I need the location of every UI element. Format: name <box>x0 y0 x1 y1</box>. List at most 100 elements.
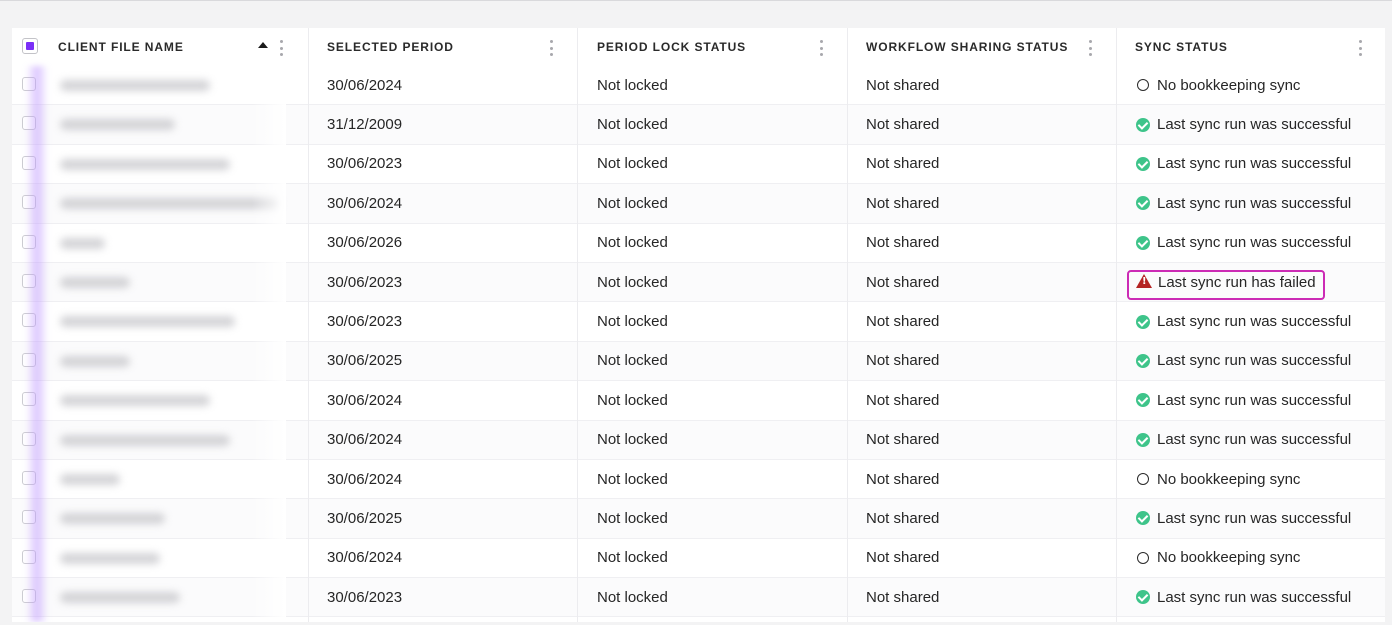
select-all-checkbox[interactable] <box>22 38 38 54</box>
column-menu-icon[interactable] <box>549 40 553 56</box>
redacted-client-name <box>60 434 230 446</box>
workflow-sharing-status-cell: Not shared <box>866 352 940 370</box>
column-header-workflow-sharing-status[interactable]: WORKFLOW SHARING STATUS <box>848 28 1117 66</box>
client-file-name-cell[interactable] <box>12 263 284 301</box>
client-file-name-cell[interactable] <box>12 342 284 380</box>
column-divider <box>308 28 309 622</box>
sync-status-text: Last sync run was successful <box>1157 509 1352 527</box>
column-divider <box>577 28 578 622</box>
client-file-name-cell[interactable] <box>12 66 284 104</box>
table-row[interactable]: 30/06/2023 Not locked Not shared Last sync … <box>12 144 1385 185</box>
table-row[interactable]: 30/06/2025 Not locked Not shared Last sync … <box>12 499 1385 539</box>
selected-period-cell: 30/06/2023 <box>327 588 403 606</box>
redacted-client-name <box>60 276 130 288</box>
client-file-name-cell[interactable] <box>12 381 284 419</box>
check-circle-icon <box>1136 511 1150 526</box>
period-lock-status-cell: Not locked <box>597 509 668 527</box>
period-lock-status-cell: Not locked <box>597 313 668 331</box>
column-header-label: WORKFLOW SHARING STATUS <box>866 40 1069 54</box>
table-row[interactable]: 30/06/2024 Not locked Not shared Last sync … <box>12 381 1385 421</box>
client-files-grid: CLIENT FILE NAME SELECTED PERIOD PERIOD … <box>12 28 1385 622</box>
period-lock-status-cell: Not locked <box>597 549 668 567</box>
selected-period-cell: 31/12/2009 <box>327 116 403 134</box>
table-row[interactable]: 30/06/2024 Not locked Not shared Last sync … <box>12 184 1385 224</box>
sync-status-text: Last sync run was successful <box>1157 313 1352 331</box>
column-menu-icon[interactable] <box>819 40 823 56</box>
column-header-sync-status[interactable]: SYNC STATUS <box>1117 28 1385 66</box>
column-divider <box>847 28 848 622</box>
workflow-sharing-status-cell: Not shared <box>866 194 940 212</box>
sync-status-text: Last sync run was successful <box>1157 431 1352 449</box>
table-row[interactable]: 30/06/2024 Not locked Not shared Last sync … <box>12 420 1385 460</box>
period-lock-status-cell: Not locked <box>597 234 668 252</box>
client-file-name-cell[interactable] <box>12 302 284 340</box>
column-header-selected-period[interactable]: SELECTED PERIOD <box>309 28 579 66</box>
redacted-client-name <box>60 80 210 91</box>
column-menu-icon[interactable] <box>1358 40 1362 56</box>
sync-status-cell: Last sync run was successful <box>1136 302 1351 340</box>
period-lock-status-cell: Not locked <box>597 588 668 606</box>
selected-period-cell: 30/06/2025 <box>327 509 403 527</box>
column-header-label: SYNC STATUS <box>1135 40 1228 54</box>
column-header-period-lock-status[interactable]: PERIOD LOCK STATUS <box>579 28 848 66</box>
column-header-client-file-name[interactable]: CLIENT FILE NAME <box>12 28 309 66</box>
redacted-client-name <box>60 592 180 604</box>
redacted-client-name <box>60 355 130 367</box>
table-row[interactable]: 30/06/2024 Not locked Not shared No bookkee… <box>12 538 1385 579</box>
blurred-row-highlight <box>26 66 48 622</box>
sync-status-cell: Last sync run was successful <box>1136 499 1351 537</box>
column-header-label: SELECTED PERIOD <box>327 40 454 54</box>
table-row[interactable]: 30/06/2025 Not locked Not shared Last sync … <box>12 341 1385 382</box>
client-file-name-cell[interactable] <box>12 578 284 616</box>
sync-status-cell: Last sync run was successful <box>1136 145 1351 183</box>
sync-status-text: Last sync run was successful <box>1157 155 1352 173</box>
selected-period-cell: 30/06/2023 <box>327 313 403 331</box>
client-file-name-cell[interactable] <box>12 145 284 183</box>
table-row[interactable]: 31/12/2009 Not locked Not shared Last sync … <box>12 105 1385 145</box>
period-lock-status-cell: Not locked <box>597 155 668 173</box>
selected-period-cell: 30/06/2024 <box>327 391 403 409</box>
failed-sync-highlight <box>1127 270 1325 300</box>
sync-status-text: Last sync run was successful <box>1157 234 1352 252</box>
period-lock-status-cell: Not locked <box>597 194 668 212</box>
sync-status-cell: Last sync run was successful <box>1136 342 1351 380</box>
column-menu-icon[interactable] <box>1088 40 1092 56</box>
check-circle-icon <box>1136 196 1150 211</box>
sync-status-cell: Last sync run was successful <box>1136 224 1351 262</box>
workflow-sharing-status-cell: Not shared <box>866 470 940 488</box>
client-file-name-cell[interactable] <box>12 539 284 577</box>
selected-period-cell: 30/06/2023 <box>327 155 403 173</box>
sync-status-text: Last sync run was successful <box>1157 194 1352 212</box>
table-row[interactable]: 30/06/2023 Not locked Not shared Last sync … <box>12 302 1385 342</box>
check-circle-icon <box>1136 117 1150 132</box>
sync-status-text: Last sync run was successful <box>1157 116 1352 134</box>
client-file-name-cell[interactable] <box>12 184 284 222</box>
table-row[interactable]: 30/06/2024 Not locked Not shared No bookkee… <box>12 66 1385 106</box>
table-row[interactable]: 30/06/2023 Not locked Not shared Last sync … <box>12 578 1385 618</box>
check-circle-icon <box>1136 432 1150 447</box>
period-lock-status-cell: Not locked <box>597 470 668 488</box>
workflow-sharing-status-cell: Not shared <box>866 509 940 527</box>
column-menu-icon[interactable] <box>279 40 283 56</box>
redacted-client-name <box>60 513 165 525</box>
sync-status-text: Last sync run was successful <box>1157 352 1352 370</box>
sort-ascending-icon[interactable] <box>258 42 268 48</box>
top-divider <box>0 0 1392 1</box>
client-file-name-cell[interactable] <box>12 499 284 537</box>
check-circle-icon <box>1136 590 1150 605</box>
client-file-name-cell[interactable] <box>12 224 284 262</box>
table-row[interactable]: 30/06/2024 Not locked Not shared No bookkee… <box>12 459 1385 500</box>
client-file-name-cell[interactable] <box>12 460 284 498</box>
client-file-name-cell[interactable] <box>12 421 284 459</box>
check-circle-icon <box>1136 235 1150 250</box>
selected-period-cell: 30/06/2024 <box>327 194 403 212</box>
redacted-client-name <box>60 119 175 131</box>
redacted-client-name <box>60 552 160 564</box>
table-row[interactable]: 30/06/2026 Not locked Not shared Last sync … <box>12 223 1385 263</box>
column-header-label: PERIOD LOCK STATUS <box>597 40 747 54</box>
client-file-name-cell[interactable] <box>12 105 284 143</box>
redacted-client-name <box>60 316 235 328</box>
period-lock-status-cell: Not locked <box>597 273 668 291</box>
period-lock-status-cell: Not locked <box>597 352 668 370</box>
sync-status-cell: Last sync run was successful <box>1136 105 1351 143</box>
